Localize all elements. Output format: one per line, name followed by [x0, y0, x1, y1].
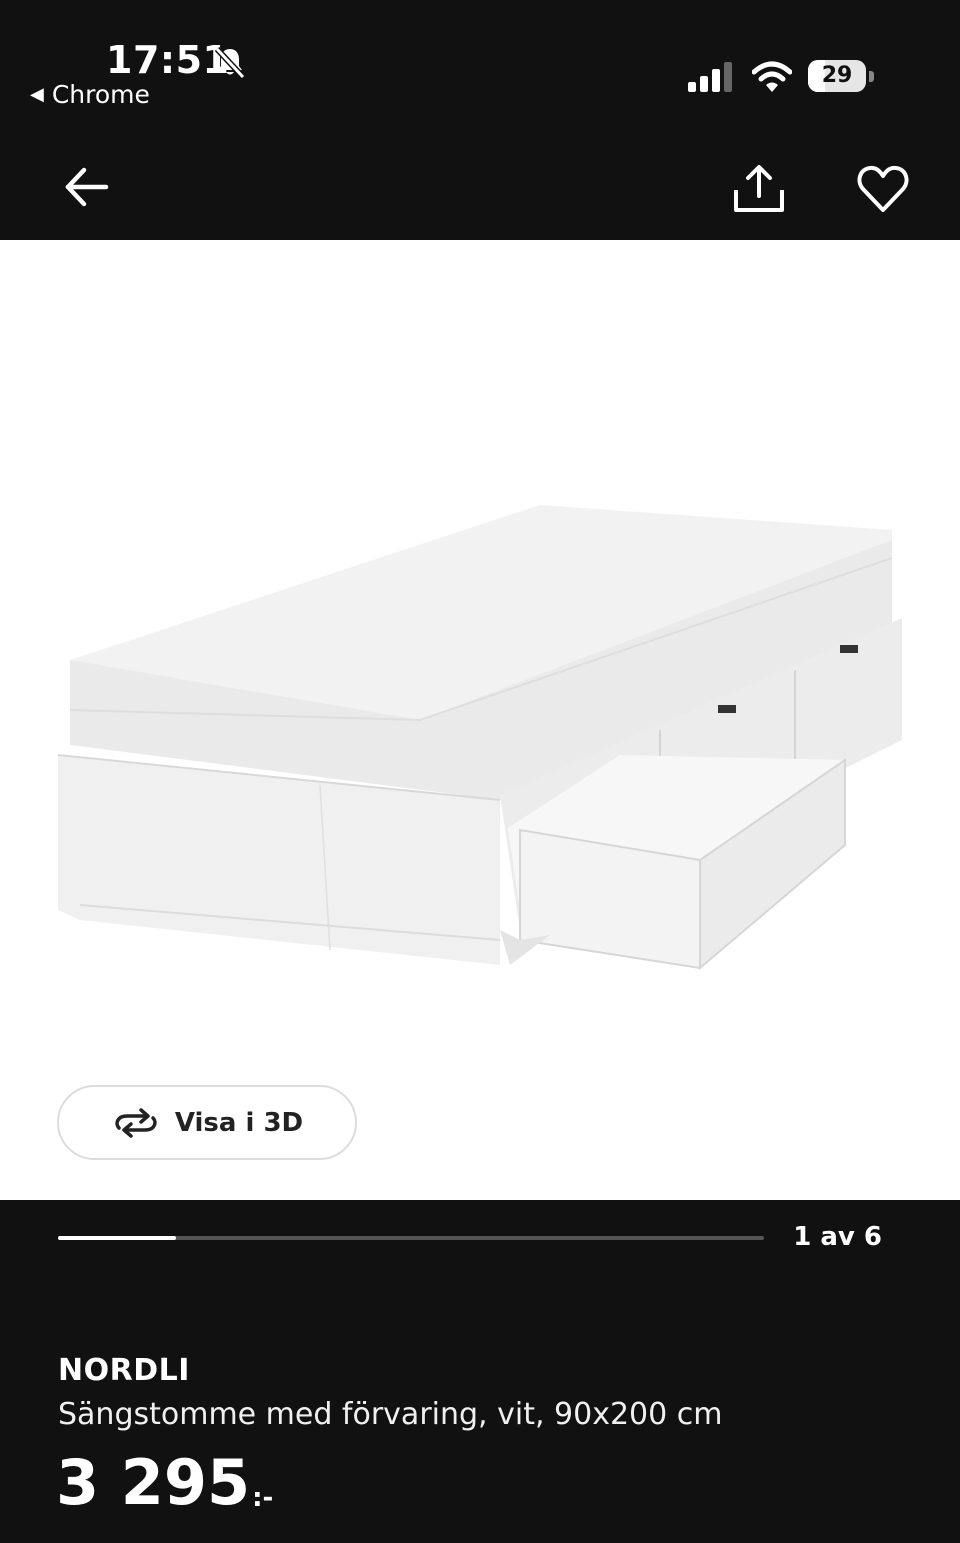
share-icon[interactable] — [730, 160, 788, 216]
back-triangle-icon: ◀ — [30, 84, 44, 105]
back-to-app-link[interactable]: ◀ Chrome — [30, 80, 150, 109]
gallery-progress-fill — [58, 1236, 176, 1240]
gallery-counter: 1 av 6 — [793, 1222, 882, 1252]
back-app-label: Chrome — [51, 80, 150, 109]
rotate-3d-icon — [115, 1107, 157, 1138]
status-bar: 17:51 ◀ Chrome 29 — [0, 0, 960, 130]
battery-cap — [869, 71, 874, 82]
cellular-signal-icon — [688, 62, 732, 92]
price-suffix: :- — [252, 1483, 274, 1513]
top-nav-bar — [0, 130, 960, 240]
price-amount: 3 295 — [56, 1446, 251, 1519]
heart-icon[interactable] — [856, 164, 910, 214]
battery-indicator: 29 — [808, 60, 878, 94]
gallery-progress-bar — [58, 1236, 764, 1240]
product-image-bed — [57, 505, 902, 971]
arrow-left-icon[interactable] — [60, 164, 112, 210]
bell-muted-icon — [214, 46, 246, 80]
view-in-3d-button[interactable]: Visa i 3D — [57, 1085, 357, 1160]
battery-percent: 29 — [821, 63, 853, 88]
view-in-3d-label: Visa i 3D — [174, 1107, 304, 1138]
product-description: Sängstomme med förvaring, vit, 90x200 cm — [58, 1397, 723, 1432]
wifi-icon — [752, 61, 792, 92]
product-name: NORDLI — [58, 1353, 190, 1388]
product-image-gallery[interactable]: Visa i 3D — [0, 240, 960, 1200]
product-price: 3 295 :- — [56, 1448, 273, 1518]
status-time: 17:51 — [106, 38, 230, 82]
